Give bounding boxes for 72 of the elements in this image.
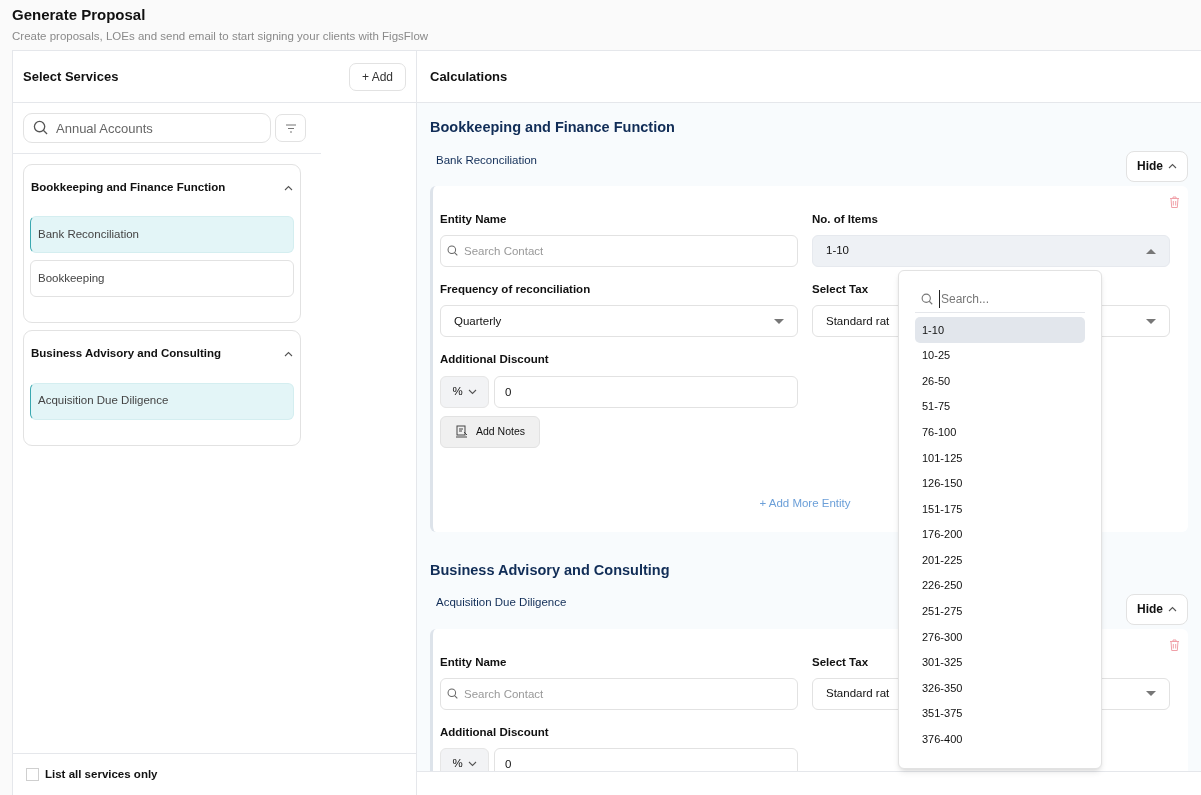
dropdown-option[interactable]: 26-50 bbox=[915, 368, 1085, 394]
dropdown-option[interactable]: 1-10 bbox=[915, 317, 1085, 343]
hide-button[interactable]: Hide bbox=[1126, 150, 1188, 182]
dropdown-option[interactable]: 226-250 bbox=[915, 572, 1085, 599]
hide-button[interactable]: Hide bbox=[1126, 593, 1188, 625]
service-search-field[interactable]: Annual Accounts bbox=[23, 113, 271, 143]
dropdown-option[interactable]: 101-125 bbox=[915, 444, 1085, 471]
dropdown-option[interactable]: 176-200 bbox=[915, 521, 1085, 548]
caret-down-icon bbox=[774, 318, 784, 324]
dropdown-option[interactable]: 151-175 bbox=[915, 496, 1085, 522]
add-notes-button[interactable]: Add Notes bbox=[440, 415, 541, 448]
chevron-down-icon bbox=[467, 388, 477, 395]
chevron-up-icon bbox=[1168, 606, 1177, 612]
contact-search-field[interactable]: Search Contact bbox=[440, 235, 798, 267]
select-field[interactable]: Quarterly bbox=[440, 305, 798, 338]
chevron-down-icon bbox=[467, 761, 477, 767]
caret-up-icon bbox=[1146, 248, 1156, 254]
chevron-up-icon bbox=[284, 350, 293, 357]
checkbox[interactable] bbox=[26, 768, 39, 781]
field-label: Entity Name bbox=[440, 654, 507, 670]
select-field[interactable]: 1-10 bbox=[812, 235, 1170, 267]
contact-search-field[interactable]: Search Contact bbox=[440, 677, 798, 710]
section-title: Business Advisory and Consulting bbox=[430, 560, 670, 580]
dropdown-option[interactable]: 326-350 bbox=[915, 675, 1085, 701]
page-subtitle: Create proposals, LOEs and send email to start signing your clients with FigsFlow bbox=[12, 29, 429, 44]
search-icon bbox=[921, 292, 933, 305]
delete-icon[interactable] bbox=[1169, 638, 1180, 651]
dropdown-option[interactable]: 301-325 bbox=[915, 649, 1085, 676]
search-icon bbox=[447, 245, 458, 256]
filter-button[interactable] bbox=[275, 114, 306, 142]
checkbox-label: List all services only bbox=[45, 766, 158, 782]
unit-dropdown[interactable]: % bbox=[440, 748, 489, 771]
discount-input[interactable]: 0 bbox=[494, 375, 798, 408]
panel-title: Select Services bbox=[23, 67, 119, 86]
dropdown-option[interactable]: 251-275 bbox=[915, 598, 1085, 625]
service-item[interactable]: Bank Reconciliation bbox=[30, 216, 294, 254]
field-label: Additional Discount bbox=[440, 352, 549, 368]
unit-dropdown[interactable]: % bbox=[440, 375, 489, 408]
search-icon bbox=[33, 120, 48, 135]
service-name: Bank Reconciliation bbox=[436, 152, 537, 168]
field-label: Select Tax bbox=[812, 282, 869, 297]
dropdown-option[interactable]: 126-150 bbox=[915, 470, 1085, 497]
chevron-up-icon bbox=[284, 184, 293, 191]
dropdown-option[interactable]: 10-25 bbox=[915, 342, 1085, 369]
panel-title: Calculations bbox=[430, 67, 508, 86]
dropdown-search-field[interactable]: Search... bbox=[939, 289, 1079, 308]
field-label: Select Tax bbox=[812, 654, 869, 670]
service-item[interactable]: Bookkeeping bbox=[30, 260, 294, 298]
group-title[interactable]: Bookkeeping and Finance Function bbox=[31, 179, 226, 197]
notes-icon bbox=[455, 425, 468, 438]
group-title[interactable]: Business Advisory and Consulting bbox=[31, 345, 221, 363]
section-title: Bookkeeping and Finance Function bbox=[430, 118, 675, 137]
caret-down-icon bbox=[1146, 691, 1156, 697]
dropdown-option[interactable]: 201-225 bbox=[915, 547, 1085, 573]
dropdown-option[interactable]: 276-300 bbox=[915, 624, 1085, 650]
dropdown-option[interactable]: 376-400 bbox=[915, 726, 1085, 753]
dropdown-option[interactable]: 76-100 bbox=[915, 419, 1085, 445]
field-label: Entity Name bbox=[440, 211, 507, 227]
dropdown-option[interactable]: 351-375 bbox=[915, 700, 1085, 727]
service-item[interactable]: Acquisition Due Diligence bbox=[30, 382, 294, 420]
field-label: Frequency of reconciliation bbox=[440, 282, 591, 297]
dropdown-option[interactable]: 51-75 bbox=[915, 393, 1085, 420]
field-label: Additional Discount bbox=[440, 724, 549, 740]
service-name: Acquisition Due Diligence bbox=[436, 595, 567, 611]
filter-icon bbox=[284, 123, 297, 133]
field-label: No. of Items bbox=[812, 211, 878, 227]
add-button[interactable]: + Add bbox=[348, 62, 406, 91]
chevron-up-icon bbox=[1168, 163, 1177, 170]
page-title: Generate Proposal bbox=[12, 6, 146, 24]
search-icon bbox=[447, 687, 458, 699]
caret-down-icon bbox=[1146, 318, 1156, 324]
delete-icon[interactable] bbox=[1169, 195, 1180, 208]
